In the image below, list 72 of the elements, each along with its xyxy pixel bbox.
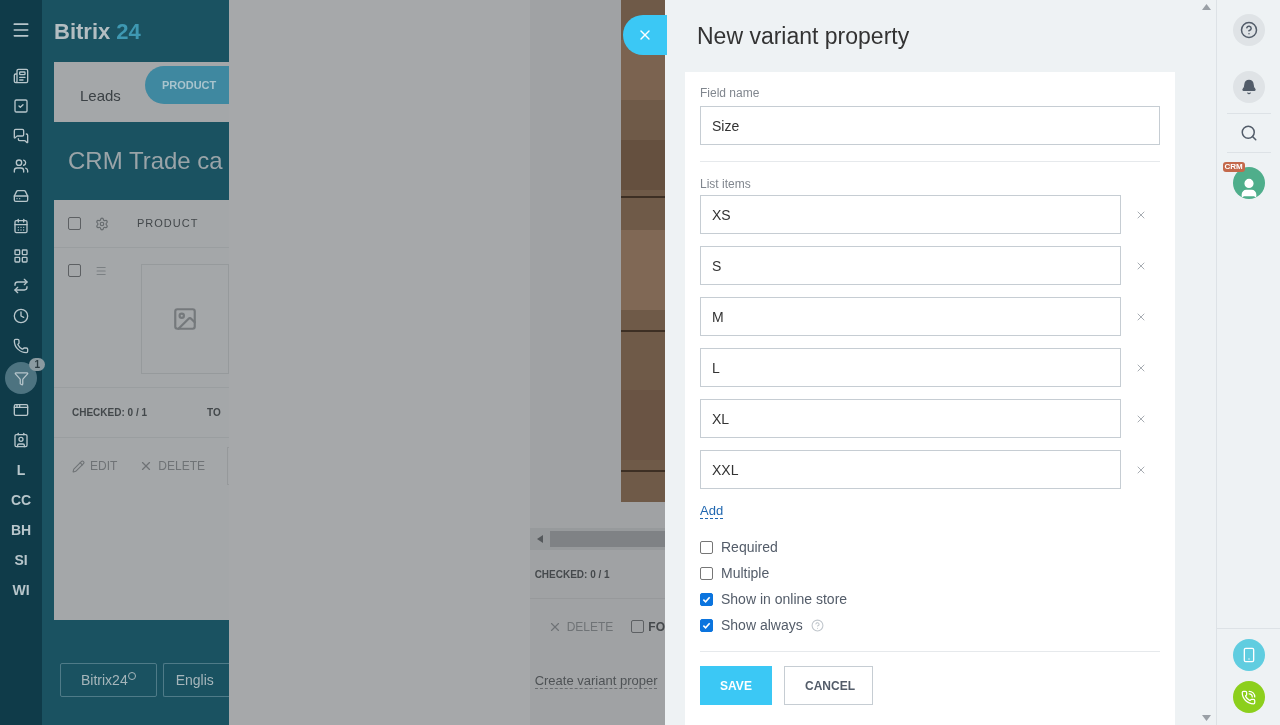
help-button[interactable] (1232, 14, 1265, 46)
page-title: CRM Trade ca (67, 146, 224, 176)
crm-avatar[interactable] (1232, 167, 1265, 199)
checkbox-label: FO (648, 618, 665, 636)
checkbox[interactable] (700, 566, 713, 580)
notification-badge: 1 (29, 358, 45, 371)
check-icon (702, 620, 711, 630)
task-icon[interactable] (13, 98, 29, 114)
total-label: TO (207, 406, 221, 420)
calendar-icon[interactable] (13, 218, 29, 234)
search-icon[interactable] (1239, 124, 1258, 142)
sidebar-item[interactable]: BH (10, 522, 32, 538)
input-field[interactable]: S (700, 246, 1121, 285)
field-label: Field name (700, 85, 761, 102)
clock-icon[interactable] (13, 308, 29, 324)
filter-icon (13, 370, 29, 386)
checkbox[interactable] (700, 618, 713, 632)
filter-button[interactable] (5, 362, 37, 394)
tab[interactable]: Leads (80, 84, 121, 108)
contact-card-icon[interactable] (13, 432, 29, 448)
drag-handle-icon[interactable] (95, 264, 108, 278)
input-field[interactable]: XXL (700, 450, 1121, 489)
settings-icon[interactable] (95, 216, 109, 231)
sidebar-item[interactable]: L (16, 462, 26, 478)
input-field[interactable]: Size (700, 106, 1160, 145)
input-field[interactable]: XL (700, 399, 1121, 438)
checkbox-label: Multiple (721, 565, 770, 581)
window-icon[interactable] (13, 402, 29, 418)
bell-icon (1240, 79, 1257, 95)
checkbox-label: Show in online store (721, 591, 848, 607)
checkbox[interactable] (68, 217, 81, 230)
scroll-left-icon[interactable] (536, 535, 543, 543)
image-icon (172, 306, 199, 332)
checkbox-label: Show always (721, 617, 803, 633)
checkbox[interactable] (700, 540, 713, 554)
footer-button[interactable]: Bitrix24 (60, 663, 157, 697)
menu-icon[interactable] (11, 20, 31, 40)
group-icon[interactable] (13, 158, 29, 174)
phone-icon (1241, 689, 1256, 705)
pencil-icon (72, 459, 85, 473)
checkbox[interactable] (631, 620, 645, 633)
sidebar-item[interactable]: CC (10, 492, 32, 508)
phone-icon[interactable] (13, 338, 29, 354)
repeat-icon[interactable] (13, 278, 29, 294)
help-icon (1239, 21, 1258, 39)
grid-icon[interactable] (13, 248, 29, 264)
checkbox[interactable] (68, 264, 81, 277)
horizontal-scrollbar[interactable] (529, 528, 665, 550)
checkbox-label: Required (721, 539, 778, 555)
checkbox[interactable] (700, 592, 713, 606)
sidebar-item[interactable]: SI (14, 552, 28, 568)
notifications-button[interactable] (1232, 71, 1265, 103)
logo: Bitrix 24 (54, 17, 142, 46)
field-label: List items (700, 176, 752, 193)
column-header: PRODUCT (137, 216, 199, 232)
add-link[interactable]: Add (700, 503, 724, 519)
input-field[interactable]: XS (700, 195, 1121, 234)
crm-badge: CRM (1222, 162, 1245, 172)
input-field[interactable]: L (700, 348, 1121, 387)
check-icon (702, 594, 711, 604)
drive-icon[interactable] (13, 188, 29, 204)
scroll-up-icon[interactable] (1201, 4, 1211, 10)
sidebar-item[interactable]: WI (12, 582, 30, 598)
checked-count: CHECKED: 0 / 1 (72, 406, 147, 420)
close-button[interactable] (623, 15, 667, 55)
checked-count: CHECKED: 0 / 1 (534, 567, 610, 582)
cancel-button[interactable]: CANCEL (784, 666, 873, 705)
scroll-down-icon[interactable] (1201, 715, 1211, 721)
chat-icon[interactable] (13, 128, 29, 144)
news-icon[interactable] (13, 68, 29, 84)
panel-title: New variant property (696, 21, 911, 51)
input-field[interactable]: M (700, 297, 1121, 336)
